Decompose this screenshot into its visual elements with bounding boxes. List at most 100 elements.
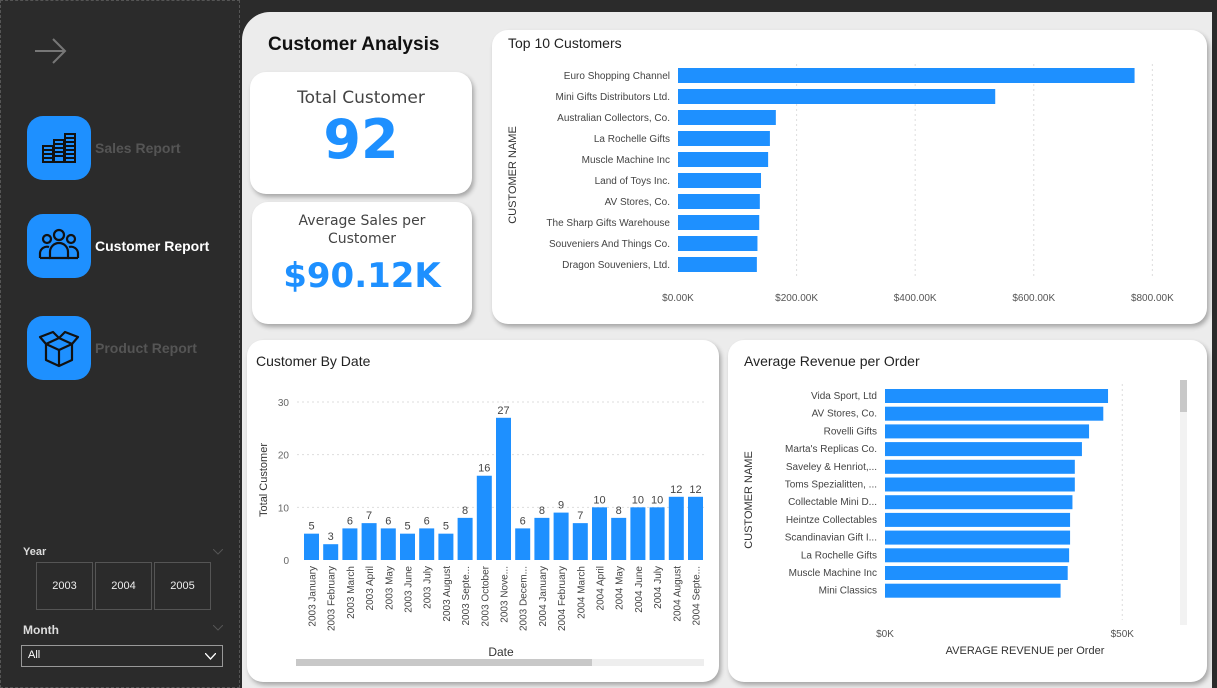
bar <box>476 475 492 560</box>
x-tick-label: $0.00K <box>662 293 694 304</box>
data-label: 7 <box>366 510 372 522</box>
nav-product-report[interactable]: Product Report <box>27 316 197 380</box>
bar <box>688 496 703 560</box>
kpi-card-total-customer[interactable]: Total Customer 92 <box>250 72 472 194</box>
y-tick-label: Vida Sport, Ltd <box>811 391 877 402</box>
data-label: 10 <box>651 494 663 506</box>
chevron-down-icon[interactable] <box>213 549 223 555</box>
nav-sales-report[interactable]: Sales Report <box>27 116 181 180</box>
y-tick-label: 30 <box>278 398 290 409</box>
x-tick-label: 2003 August <box>442 566 453 622</box>
year-option-2003[interactable]: 2003 <box>36 562 93 610</box>
y-axis-label: CUSTOMER NAME <box>507 126 519 224</box>
x-tick-label: $0K <box>876 629 894 640</box>
data-label: 6 <box>385 515 391 527</box>
bar <box>885 495 1073 510</box>
bar <box>678 68 1135 83</box>
y-tick-label: Heintze Collectables <box>786 515 877 526</box>
year-option-2005[interactable]: 2005 <box>154 562 211 610</box>
x-tick-label: 2003 Septe... <box>461 566 472 626</box>
bar <box>304 533 319 560</box>
kpi-title-line1: Average Sales per <box>298 213 426 229</box>
y-tick-label: 10 <box>278 503 290 514</box>
data-label: 12 <box>670 484 682 496</box>
bar <box>678 89 996 104</box>
bar <box>342 528 358 560</box>
bar <box>380 528 396 560</box>
box-icon <box>27 316 91 380</box>
bar <box>678 131 770 146</box>
bar <box>885 389 1109 403</box>
y-tick-label: Saveley & Henriot,... <box>786 462 877 473</box>
nav-customer-report[interactable]: Customer Report <box>27 214 209 278</box>
x-tick-label: 2004 April <box>596 566 607 610</box>
x-tick-label: 2004 July <box>653 566 664 609</box>
kpi-title: Total Customer <box>297 88 425 108</box>
y-tick-label: Souveniers And Things Co. <box>549 239 670 250</box>
y-tick-label: Mini Classics <box>819 586 877 597</box>
bar <box>438 533 454 560</box>
x-tick-label: 2004 January <box>538 566 549 627</box>
scrollbar-thumb <box>1180 380 1187 412</box>
bar <box>885 566 1068 580</box>
top-customers-chart: $0.00K $200.00K $400.00K $600.00K $800.00K Eu… <box>507 64 1174 304</box>
data-label: 12 <box>689 484 701 496</box>
y-tick-label: Land of Toys Inc. <box>595 176 670 187</box>
bar <box>668 496 684 560</box>
y-tick-label: The Sharp Gifts Warehouse <box>546 218 670 229</box>
y-tick-label: Rovelli Gifts <box>824 426 877 437</box>
x-tick-label: 2003 February <box>327 566 338 631</box>
x-tick-label: 2003 June <box>404 566 415 613</box>
x-tick-label: $600.00K <box>1012 293 1055 304</box>
bar <box>457 517 473 560</box>
chevron-down-icon <box>205 653 216 660</box>
nav-label-customer: Customer Report <box>95 238 210 254</box>
data-label: 6 <box>424 515 430 527</box>
scrollbar-track <box>1180 380 1187 625</box>
y-tick-label: Euro Shopping Channel <box>564 71 670 82</box>
month-dropdown[interactable]: All <box>21 645 223 667</box>
y-tick-label: Australian Collectors, Co. <box>557 113 670 124</box>
data-label: 8 <box>462 505 468 517</box>
year-option-2004[interactable]: 2004 <box>95 562 152 610</box>
arrow-right-icon[interactable] <box>31 31 71 71</box>
kpi-title-line2: Customer <box>327 231 396 247</box>
bar <box>678 110 776 125</box>
bar <box>323 544 339 560</box>
y-tick-label: Muscle Machine Inc <box>582 155 670 166</box>
x-tick-label: 2003 May <box>384 566 395 610</box>
data-label: 5 <box>404 521 410 533</box>
bar <box>400 533 415 560</box>
data-label: 8 <box>539 505 545 517</box>
month-dropdown-value: All <box>28 649 41 661</box>
y-tick-label: Marta's Replicas Co. <box>785 444 877 455</box>
x-tick-label: 2003 Decem... <box>519 566 530 631</box>
kpi-value: 92 <box>323 108 399 171</box>
month-slicer-title: Month <box>23 623 59 637</box>
bar <box>419 528 435 560</box>
year-slicer-title: Year <box>23 546 47 558</box>
bar <box>678 152 769 167</box>
x-tick-label: $50K <box>1111 629 1135 640</box>
y-tick-label: Mini Gifts Distributors Ltd. <box>556 92 670 103</box>
data-label: 10 <box>593 494 605 506</box>
bar <box>611 517 627 560</box>
y-axis-label: CUSTOMER NAME <box>743 451 755 549</box>
data-label: 6 <box>520 515 526 527</box>
x-tick-label: $200.00K <box>775 293 818 304</box>
coins-stack-icon <box>27 116 91 180</box>
bar <box>630 507 646 560</box>
x-axis-label: AVERAGE REVENUE per Order <box>946 645 1105 657</box>
bar <box>885 459 1075 474</box>
avg-revenue-chart: $0K $50K Vida Sport, Ltd AV Stores, Co. Rove… <box>743 380 1187 657</box>
data-label: 6 <box>347 515 353 527</box>
chevron-down-icon[interactable] <box>213 625 223 631</box>
kpi-card-avg-sales[interactable]: Average Sales per Customer $90.12K <box>252 202 472 324</box>
y-tick-label: 20 <box>278 451 290 462</box>
y-tick-label: Scandinavian Gift I... <box>785 533 877 544</box>
y-tick-label: Toms Spezialitten, ... <box>785 480 877 491</box>
x-tick-label: 2004 Septe... <box>692 566 703 626</box>
bar <box>678 236 758 251</box>
people-group-icon <box>27 214 91 278</box>
x-axis-label: Date <box>488 645 514 659</box>
